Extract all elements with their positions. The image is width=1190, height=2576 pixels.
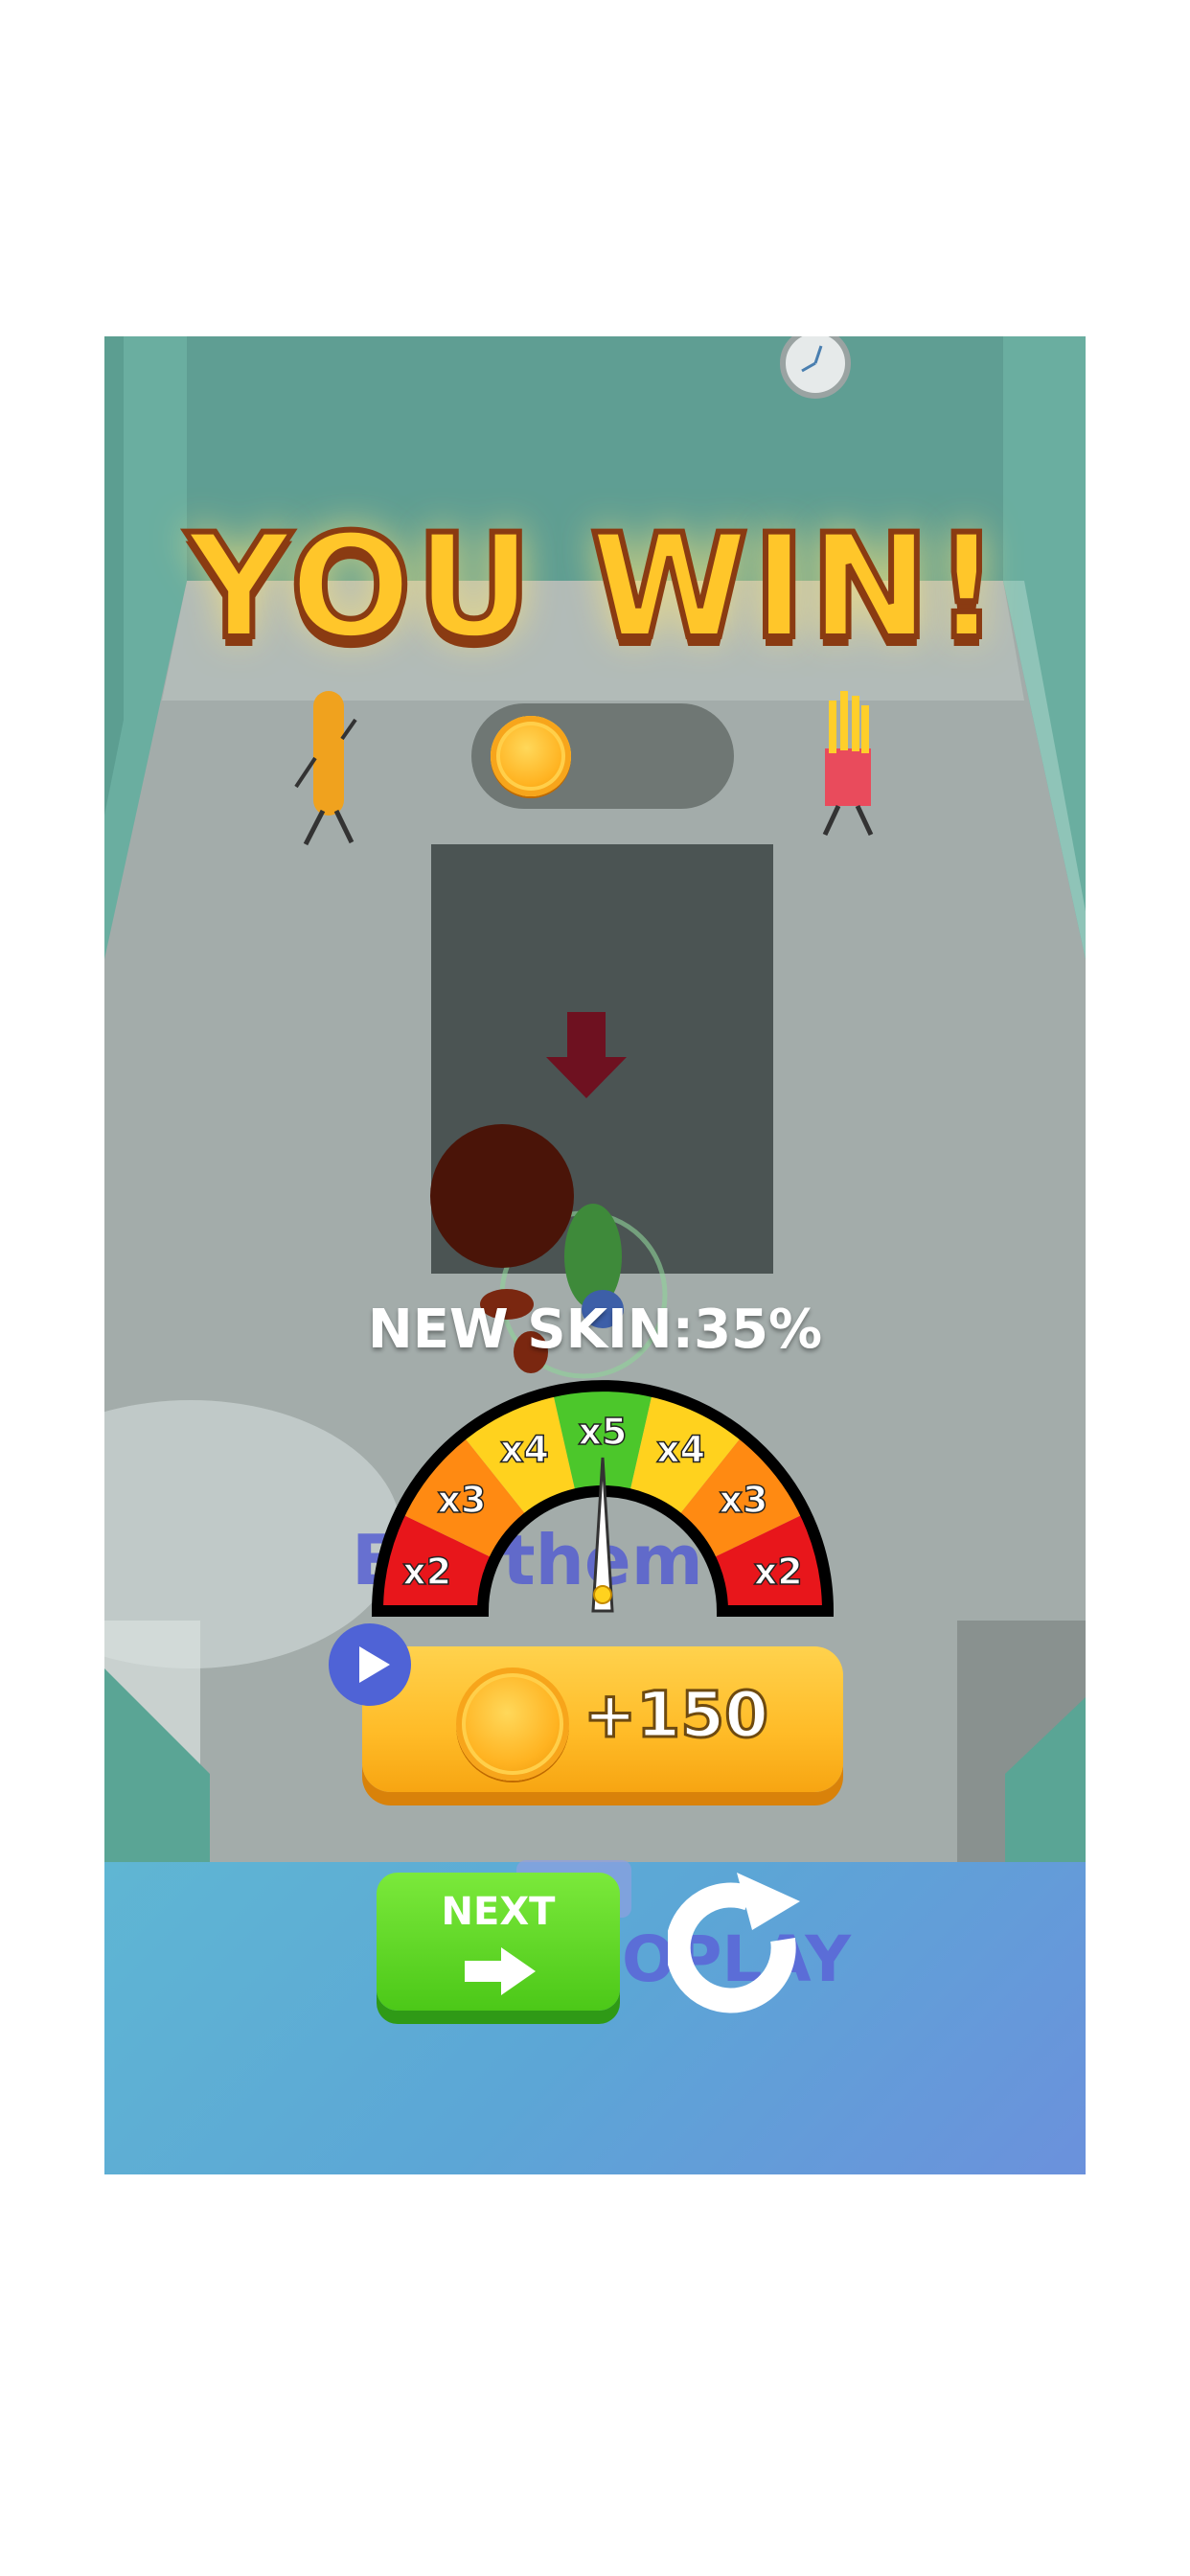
you-win-title: YOU WIN!: [184, 501, 1004, 674]
new-skin-progress: NEW SKIN:35%: [104, 1299, 1086, 1361]
arrow-down-icon: [546, 1012, 627, 1098]
gauge-multiplier-label: x2: [754, 1551, 803, 1593]
new-skin-percent: 35%: [694, 1299, 823, 1361]
play-icon: [359, 1646, 390, 1683]
next-label: NEXT: [441, 1890, 556, 1934]
coin-counter-pill: [471, 703, 734, 809]
gauge-multiplier-label: x2: [402, 1551, 451, 1593]
new-skin-label: NEW SKIN:: [367, 1299, 695, 1361]
coin-icon: [456, 1668, 569, 1781]
gauge-multiplier-label: x4: [656, 1429, 705, 1471]
gauge-multiplier-label: x3: [720, 1479, 768, 1521]
reward-amount: +150: [582, 1677, 769, 1754]
player-character: [430, 1124, 668, 1379]
multiplier-gauge: x2 x3 x4 x5 x4 x3 x2: [371, 1380, 835, 1617]
game-screen: YOU WIN! Eat them a NEW SKIN:35% x2 x3 x4 x…: [104, 336, 1086, 2174]
gauge-multiplier-label: x4: [500, 1429, 549, 1471]
watch-video-button[interactable]: [329, 1623, 411, 1706]
gauge-multiplier-label: x5: [579, 1411, 628, 1453]
coin-icon: [491, 716, 571, 796]
gauge-multiplier-label: x3: [438, 1479, 487, 1521]
replay-icon[interactable]: [668, 1873, 812, 2036]
